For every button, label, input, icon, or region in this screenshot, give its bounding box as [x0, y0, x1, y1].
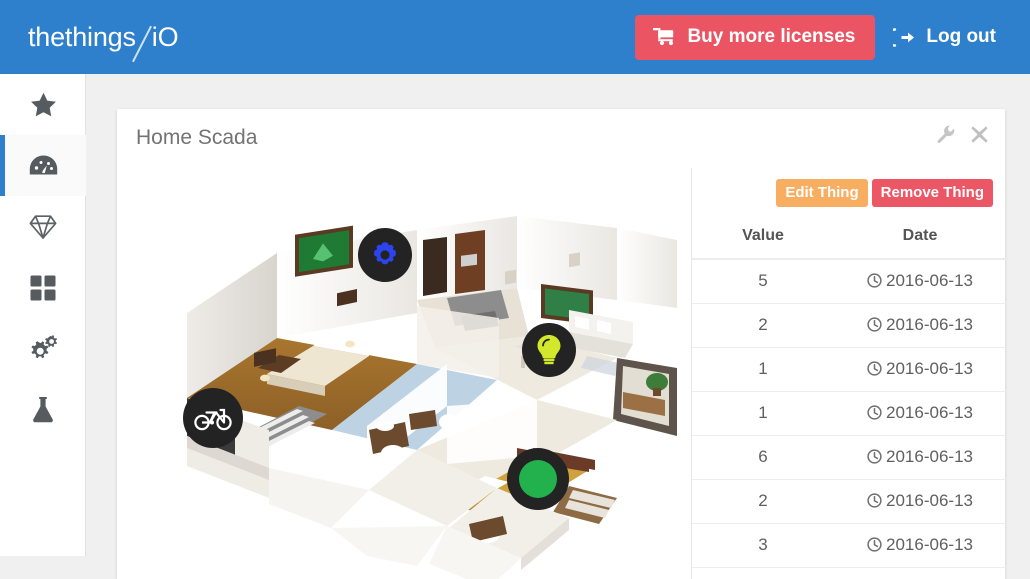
brand-name-part1: thethings	[28, 21, 136, 52]
marker-status[interactable]	[507, 448, 569, 510]
logout-label: Log out	[926, 26, 996, 47]
cell-date: 2016-06-13	[834, 347, 1006, 392]
cell-date: 2016-06-13	[834, 479, 1006, 524]
table-header-row: Value Date	[692, 216, 1006, 260]
sidebar-item-gem[interactable]	[0, 196, 86, 257]
sign-out-icon	[886, 27, 915, 47]
floorplan-pane	[117, 168, 691, 579]
table-row[interactable]: 1 2016-06-13	[692, 347, 1006, 392]
cell-date: 2016-06-13	[834, 391, 1006, 436]
card-tools	[935, 123, 990, 145]
navbar-actions: Buy more licenses Log out	[635, 14, 1008, 60]
cell-value: 2	[692, 303, 834, 348]
brand-name-part2: iO	[151, 21, 179, 52]
buy-more-licenses-label: Buy more licenses	[687, 25, 856, 47]
grid-icon	[30, 275, 56, 301]
cell-date-text: 2016-06-13	[886, 403, 973, 422]
table-row[interactable]: 3 2016-06-13	[692, 523, 1006, 568]
clock-icon	[867, 493, 882, 508]
dashboard-icon	[29, 154, 58, 178]
brand-logo[interactable]: thethings iO	[28, 0, 179, 74]
clock-icon	[867, 537, 882, 552]
cogs-icon	[28, 335, 58, 362]
buy-more-licenses-button[interactable]: Buy more licenses	[635, 14, 876, 60]
column-header-date[interactable]: Date	[834, 216, 1006, 260]
star-icon	[30, 92, 57, 118]
cell-date: 2016-06-13	[834, 435, 1006, 480]
sidebar-item-dashboard[interactable]	[0, 135, 86, 196]
bicycle-icon	[194, 405, 232, 431]
diamond-icon	[29, 214, 57, 240]
widget-card: Home Scada Edit Thing Remove Thing Value…	[117, 109, 1006, 579]
table-row[interactable]: 2 2016-06-13	[692, 303, 1006, 348]
card-body: Edit Thing Remove Thing Value Date 5 2016…	[117, 168, 1006, 579]
cell-date-text: 2016-06-13	[886, 535, 973, 554]
close-icon[interactable]	[969, 124, 990, 145]
cell-date: 2016-06-13	[834, 259, 1006, 304]
thing-data-pane: Edit Thing Remove Thing Value Date 5 2016…	[691, 168, 1006, 579]
shopping-cart-icon	[653, 27, 675, 46]
cell-value: 6	[692, 435, 834, 480]
table-row[interactable]: 1 2016-06-13	[692, 391, 1006, 436]
marker-lightbulb[interactable]	[522, 323, 576, 377]
edit-thing-button[interactable]: Edit Thing	[776, 179, 868, 207]
clock-icon	[867, 405, 882, 420]
cell-value: 3	[692, 523, 834, 568]
column-header-value[interactable]: Value	[692, 216, 834, 260]
page-title: Home Scada	[136, 126, 258, 149]
card-header: Home Scada	[117, 109, 1005, 168]
marker-bicycle[interactable]	[183, 388, 243, 448]
main-content: Home Scada Edit Thing Remove Thing Value…	[86, 74, 1030, 579]
cell-date-text: 2016-06-13	[886, 491, 973, 510]
remove-thing-button[interactable]: Remove Thing	[871, 179, 993, 207]
clock-icon	[867, 449, 882, 464]
cell-value: 2	[692, 479, 834, 524]
gear-icon	[369, 239, 401, 271]
wrench-icon[interactable]	[935, 123, 957, 145]
sidebar-item-star[interactable]	[0, 74, 86, 135]
lightbulb-icon	[536, 334, 562, 366]
thing-actions: Edit Thing Remove Thing	[776, 179, 993, 207]
sidebar-item-lab[interactable]	[0, 379, 86, 440]
table-row[interactable]: 5 2016-06-13	[692, 259, 1006, 304]
clock-icon	[867, 317, 882, 332]
clock-icon	[867, 273, 882, 288]
sidebar	[0, 74, 86, 556]
marker-gear[interactable]	[358, 228, 412, 282]
thing-data-table: Value Date 5 2016-06-13 2 2016-06-13 1 2016-0…	[692, 216, 1006, 568]
cell-value: 1	[692, 391, 834, 436]
cell-value: 5	[692, 259, 834, 304]
sidebar-item-grid[interactable]	[0, 257, 86, 318]
floorplan-image	[187, 216, 677, 579]
cell-date-text: 2016-06-13	[886, 359, 973, 378]
table-row[interactable]: 6 2016-06-13	[692, 435, 1006, 480]
clock-icon	[867, 361, 882, 376]
logout-button[interactable]: Log out	[881, 16, 1008, 58]
circle-icon	[519, 460, 557, 498]
cell-value: 1	[692, 347, 834, 392]
cell-date-text: 2016-06-13	[886, 271, 973, 290]
cell-date-text: 2016-06-13	[886, 315, 973, 334]
cell-date-text: 2016-06-13	[886, 447, 973, 466]
table-row[interactable]: 2 2016-06-13	[692, 479, 1006, 524]
cell-date: 2016-06-13	[834, 523, 1006, 568]
top-navbar: thethings iO Buy more licenses Log out	[0, 0, 1030, 74]
table-body: 5 2016-06-13 2 2016-06-13 1 2016-06-13 1 2016-0…	[692, 259, 1006, 568]
table-head: Value Date	[692, 216, 1006, 260]
sidebar-item-settings[interactable]	[0, 318, 86, 379]
cell-date: 2016-06-13	[834, 303, 1006, 348]
flask-icon	[32, 396, 54, 423]
